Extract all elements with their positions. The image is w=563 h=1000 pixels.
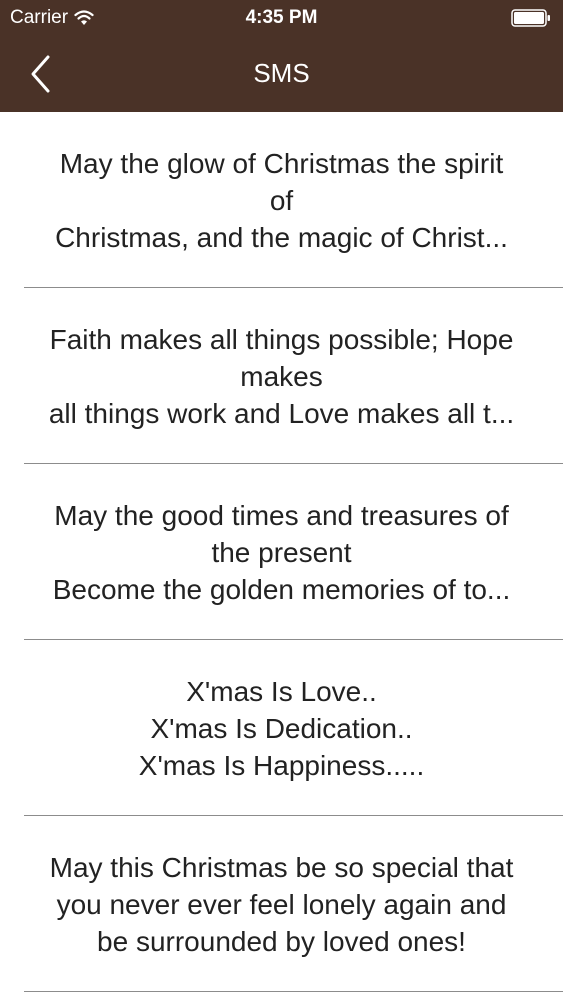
list-item[interactable]: Faith makes all things possible; Hope ma… xyxy=(0,288,563,464)
sms-text: May the glow of Christmas the spirit of … xyxy=(55,147,508,253)
sms-text: May this Christmas be so special that yo… xyxy=(49,851,514,957)
list-item[interactable]: May this Christmas be so special that yo… xyxy=(0,816,563,992)
status-bar: Carrier 4:35 PM xyxy=(0,0,563,36)
app-screen: Carrier 4:35 PM SMS May the glow of Chri… xyxy=(0,0,563,1000)
navigation-bar: SMS xyxy=(0,36,563,112)
page-title: SMS xyxy=(253,58,310,88)
sms-text: May the good times and treasures of the … xyxy=(52,499,511,605)
sms-list: May the glow of Christmas the spirit of … xyxy=(0,112,563,1000)
status-time: 4:35 PM xyxy=(245,7,318,28)
top-bar: Carrier 4:35 PM SMS xyxy=(0,0,563,112)
list-item[interactable]: X'mas Is Love.. X'mas Is Dedication.. X'… xyxy=(0,640,563,816)
sms-text: X'mas Is Love.. X'mas Is Dedication.. X'… xyxy=(138,675,425,781)
list-item[interactable]: May the good times and treasures of the … xyxy=(0,464,563,640)
list-item[interactable]: May the glow of Christmas the spirit of … xyxy=(0,112,563,288)
sms-text: Faith makes all things possible; Hope ma… xyxy=(48,323,515,429)
battery-icon xyxy=(511,9,550,27)
